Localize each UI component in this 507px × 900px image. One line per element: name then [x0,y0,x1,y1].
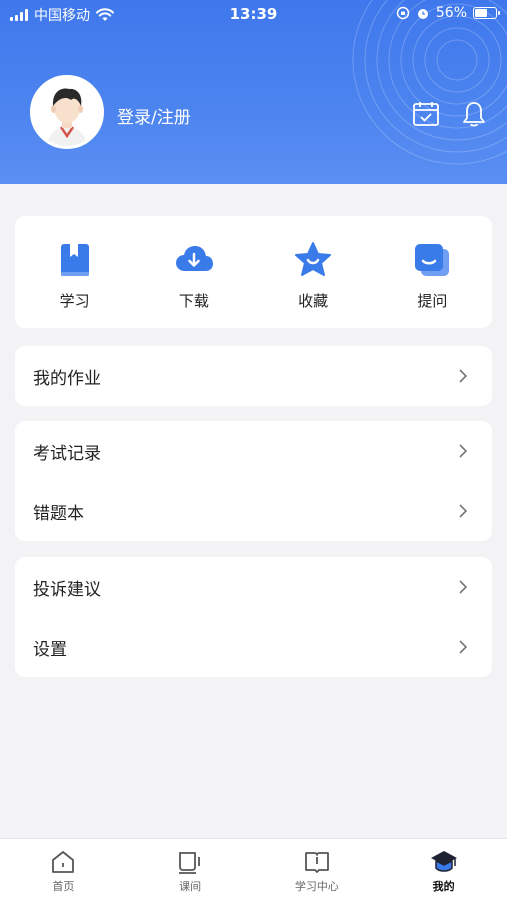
menu-item-label: 我的作业 [33,368,101,389]
open-book-icon [304,852,329,873]
battery-percent: 56% [435,5,467,21]
menu-item-label: 设置 [33,639,67,660]
quick-action-favorites[interactable]: 收藏 [254,216,373,328]
tab-home[interactable]: 首页 [0,839,127,900]
alarm-icon [417,9,428,19]
battery-fill [475,9,488,17]
chevron-right-icon [459,640,468,654]
quick-actions-card: 学习 下载 收藏 提问 [15,216,492,328]
chevron-right-icon [459,369,468,383]
tab-label: 首页 [52,880,75,893]
star-icon [295,242,332,276]
tab-label: 课间 [179,880,202,893]
question-card-icon [415,244,450,276]
quick-action-study[interactable]: 学习 [15,216,134,328]
bookmark-book-icon [60,244,89,276]
tab-mine[interactable]: 我的 [380,839,507,900]
graduation-cap-icon [430,851,457,872]
quick-action-label: 收藏 [298,292,329,310]
menu-item-label: 错题本 [33,503,84,524]
quick-action-label: 提问 [417,292,448,310]
tab-learning-center[interactable]: 学习中心 [254,839,381,900]
menu-item-exam-records[interactable]: 考试记录 [15,421,492,481]
quick-action-label: 下载 [178,292,209,310]
cloud-download-icon [175,246,213,271]
chevron-right-icon [459,444,468,458]
chevron-right-icon [459,504,468,518]
profile-header: 中国移动 13:39 56% 登录/注册 [0,0,507,184]
avatar[interactable] [30,75,104,149]
menu-item-label: 投诉建议 [33,579,101,600]
menu-group-homework: 我的作业 [15,346,492,406]
bell-icon[interactable] [460,100,488,128]
chevron-right-icon [459,580,468,594]
menu-group-exams: 考试记录 错题本 [15,421,492,541]
menu-item-wrong-answers[interactable]: 错题本 [15,481,492,541]
calendar-check-icon[interactable] [412,100,440,128]
menu-item-homework[interactable]: 我的作业 [15,346,492,406]
home-icon [52,851,75,873]
menu-item-label: 考试记录 [33,443,101,464]
tab-label: 学习中心 [294,880,339,893]
tab-label: 我的 [432,880,455,893]
menu-item-settings[interactable]: 设置 [15,617,492,677]
battery-icon [473,7,500,19]
quick-action-label: 学习 [59,292,90,310]
login-register-link[interactable]: 登录/注册 [117,103,191,128]
orientation-lock-icon [396,6,410,20]
menu-group-other: 投诉建议 设置 [15,557,492,677]
status-bar: 中国移动 13:39 56% [0,0,507,28]
avatar-boy-icon [33,78,101,146]
bottom-tab-bar: 首页 课间 学习中心 我的 [0,838,507,900]
quick-action-download[interactable]: 下载 [134,216,253,328]
menu-item-complaints[interactable]: 投诉建议 [15,557,492,617]
tab-break[interactable]: 课间 [127,839,254,900]
quick-action-ask[interactable]: 提问 [373,216,492,328]
cup-icon [179,852,201,874]
